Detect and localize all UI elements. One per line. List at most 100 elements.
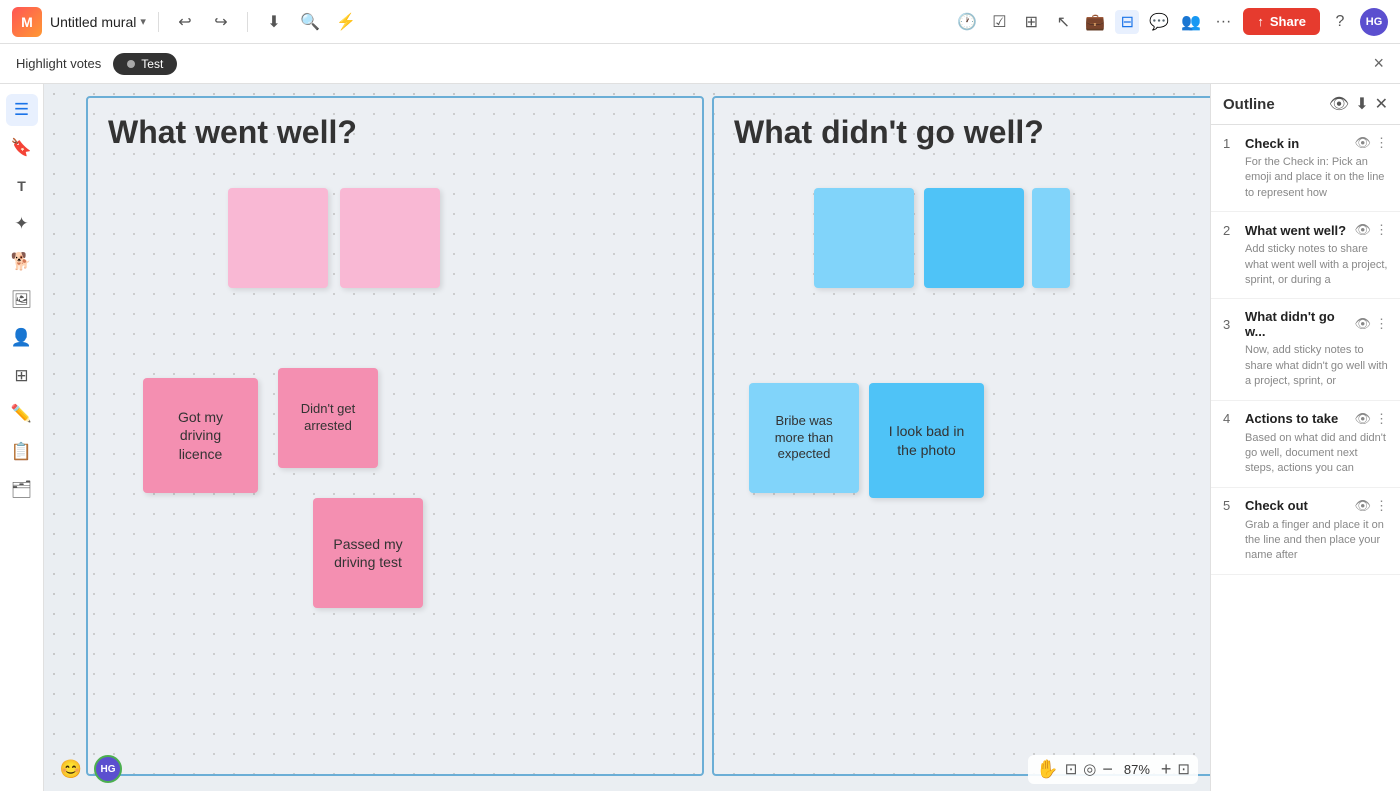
outline-item-more-icon-1[interactable]: ⋮	[1375, 135, 1388, 151]
download-button[interactable]: ⬇	[260, 8, 288, 36]
sidebar-item-bookmark[interactable]: 🔖	[6, 132, 38, 164]
outline-name-4: Actions to take	[1245, 411, 1348, 426]
logo-icon[interactable]: M	[12, 7, 42, 37]
test-toggle-button[interactable]: Test	[113, 53, 177, 75]
outline-name-2: What went well?	[1245, 223, 1348, 238]
outline-name-1: Check in	[1245, 136, 1348, 151]
topbar-divider2	[247, 12, 248, 32]
outline-item-5[interactable]: 5 Check out 👁 ⋮ Grab a finger and place …	[1211, 488, 1400, 575]
outline-download-icon[interactable]: ⬇	[1355, 94, 1368, 114]
sticky-note-passed-test[interactable]: Passed my driving test	[313, 498, 423, 608]
section-what-went-well: What went well? Got my driving licence D…	[86, 96, 704, 776]
outline-close-icon[interactable]: ✕	[1375, 94, 1388, 114]
sidebar-item-table[interactable]: ⊞	[6, 360, 38, 392]
share-icon: ↑	[1257, 14, 1264, 29]
outline-num-4: 4	[1223, 411, 1239, 426]
redo-button[interactable]: ↪	[207, 8, 235, 36]
sidebar-item-templates[interactable]: 📋	[6, 436, 38, 468]
more-icon[interactable]: ···	[1211, 10, 1235, 34]
sticky-note-blue1[interactable]	[814, 188, 914, 288]
sticky-note[interactable]	[340, 188, 440, 288]
sticky-note[interactable]	[228, 188, 328, 288]
undo-button[interactable]: ↩	[171, 8, 199, 36]
sticky-note-arrested[interactable]: Didn't get arrested	[278, 368, 378, 468]
outline-item-more-icon-4[interactable]: ⋮	[1375, 411, 1388, 427]
sticky-note-photo[interactable]: I look bad in the photo	[869, 383, 984, 498]
outline-item-desc-4: Based on what did and didn't go well, do…	[1223, 431, 1388, 477]
outline-item-more-icon-2[interactable]: ⋮	[1375, 222, 1388, 238]
outline-item-desc-3: Now, add sticky notes to share what didn…	[1223, 343, 1388, 389]
sidebar: ☰ 🔖 T ✦ 🐕 🖼 👤 ⊞ ✏️ 📋 🗂	[0, 84, 44, 791]
sticky-note-blue2[interactable]	[924, 188, 1024, 288]
outline-num-5: 5	[1223, 498, 1239, 513]
outline-item-desc-1: For the Check in: Pick an emoji and plac…	[1223, 155, 1388, 201]
outline-item-eye-icon-1[interactable]: 👁	[1354, 135, 1371, 151]
mural-title: Untitled mural	[50, 14, 136, 30]
outline-item-eye-icon-3[interactable]: 👁	[1354, 316, 1371, 332]
outline-item-icons-3: 👁 ⋮	[1354, 316, 1388, 332]
zoom-out-button[interactable]: −	[1102, 759, 1113, 780]
sticky-note-bribe[interactable]: Bribe was more than expected	[749, 383, 859, 493]
sticky-note-blue3[interactable]	[1032, 188, 1070, 288]
outline-eye-icon[interactable]: 👁	[1329, 94, 1349, 114]
target-icon[interactable]: ◎	[1083, 760, 1096, 778]
outline-header-icons: 👁 ⬇ ✕	[1329, 94, 1388, 114]
chat-icon[interactable]: 💬	[1147, 10, 1171, 34]
sidebar-item-sticker[interactable]: 🐕	[6, 246, 38, 278]
outline-item-desc-2: Add sticky notes to share what went well…	[1223, 242, 1388, 288]
outline-item-more-icon-3[interactable]: ⋮	[1375, 316, 1388, 332]
sidebar-item-image[interactable]: 🖼	[6, 284, 38, 316]
canvas-bottom-bar: 😊 HG ✋ ⊡ ◎ − 87% + ⊡	[44, 747, 1210, 791]
outline-item-more-icon-5[interactable]: ⋮	[1375, 498, 1388, 514]
users-icon[interactable]: 👥	[1179, 10, 1203, 34]
fullscreen-icon[interactable]: ⊡	[1177, 760, 1190, 778]
fit-icon[interactable]: ⊡	[1065, 760, 1078, 778]
outline-item-4[interactable]: 4 Actions to take 👁 ⋮ Based on what did …	[1211, 401, 1400, 488]
topbar: M Untitled mural ▾ ↩ ↪ ⬇ 🔍 ⚡ 🕐 ☑ ⊞ ↖ 💼 ⊟…	[0, 0, 1400, 44]
outline-item-2[interactable]: 2 What went well? 👁 ⋮ Add sticky notes t…	[1211, 212, 1400, 299]
outline-item-header-2: 2 What went well? 👁 ⋮	[1223, 222, 1388, 238]
sticky-note-driving-licence[interactable]: Got my driving licence	[143, 378, 258, 493]
outline-item-eye-icon-2[interactable]: 👁	[1354, 222, 1371, 238]
main-layout: ☰ 🔖 T ✦ 🐕 🖼 👤 ⊞ ✏️ 📋 🗂 What went well? G…	[0, 84, 1400, 791]
outline-item-1[interactable]: 1 Check in 👁 ⋮ For the Check in: Pick an…	[1211, 125, 1400, 212]
outline-header: Outline 👁 ⬇ ✕	[1211, 84, 1400, 125]
section-bad-title: What didn't go well?	[714, 98, 1210, 151]
sidebar-item-shapes[interactable]: ✦	[6, 208, 38, 240]
sidebar-item-person[interactable]: 👤	[6, 322, 38, 354]
grid-icon[interactable]: ⊞	[1019, 10, 1043, 34]
outline-item-eye-icon-4[interactable]: 👁	[1354, 411, 1371, 427]
lightning-button[interactable]: ⚡	[332, 8, 360, 36]
share-label: Share	[1270, 14, 1306, 29]
collaborator-avatar[interactable]: HG	[94, 755, 122, 783]
share-button[interactable]: ↑ Share	[1243, 8, 1320, 35]
sidebar-item-pen[interactable]: ✏️	[6, 398, 38, 430]
outline-item-eye-icon-5[interactable]: 👁	[1354, 498, 1371, 514]
outline-num-2: 2	[1223, 223, 1239, 238]
check-icon[interactable]: ☑	[987, 10, 1011, 34]
cursor-icon[interactable]: ↖	[1051, 10, 1075, 34]
sidebar-item-list[interactable]: ☰	[6, 94, 38, 126]
zoom-controls: ✋ ⊡ ◎ − 87% + ⊡	[1028, 755, 1198, 784]
zoom-in-button[interactable]: +	[1161, 759, 1172, 780]
highlight-close-button[interactable]: ×	[1373, 53, 1384, 74]
briefcase-icon[interactable]: 💼	[1083, 10, 1107, 34]
outline-item-header-1: 1 Check in 👁 ⋮	[1223, 135, 1388, 151]
sidebar-item-text[interactable]: T	[6, 170, 38, 202]
section-what-didnt-go-well: What didn't go well? Bribe was more than…	[712, 96, 1210, 776]
toggle-dot	[127, 60, 135, 68]
highlight-bar: Highlight votes Test ×	[0, 44, 1400, 84]
topbar-divider	[158, 12, 159, 32]
title-chevron[interactable]: ▾	[140, 15, 146, 28]
hand-tool-icon[interactable]: ✋	[1036, 759, 1058, 780]
outline-item-3[interactable]: 3 What didn't go w... 👁 ⋮ Now, add stick…	[1211, 299, 1400, 400]
canvas[interactable]: What went well? Got my driving licence D…	[44, 84, 1210, 791]
help-icon[interactable]: ?	[1328, 10, 1352, 34]
sidebar-item-apps[interactable]: 🗂	[6, 474, 38, 506]
board-active-icon[interactable]: ⊟	[1115, 10, 1139, 34]
emoji-button[interactable]: 😊	[56, 754, 86, 784]
search-button[interactable]: 🔍	[296, 8, 324, 36]
clock-icon[interactable]: 🕐	[955, 10, 979, 34]
user-avatar[interactable]: HG	[1360, 8, 1388, 36]
zoom-level: 87%	[1119, 762, 1155, 777]
